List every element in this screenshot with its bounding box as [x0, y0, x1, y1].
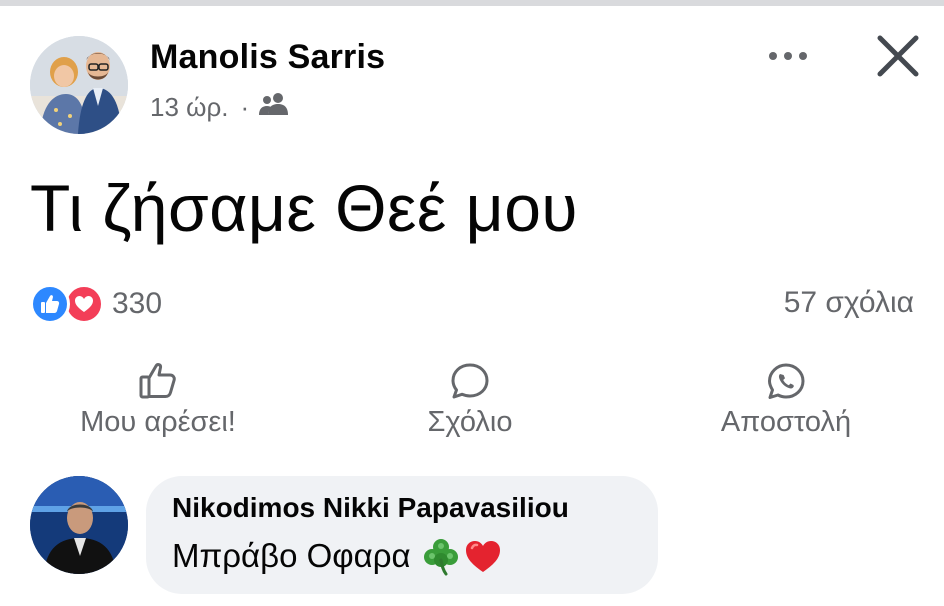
- comment-bubble[interactable]: Nikodimos Nikki Papavasiliou Μπράβο Οφαρ…: [146, 476, 658, 594]
- comment-text-content: Μπράβο Οφαρα: [172, 537, 411, 574]
- close-icon: [877, 35, 919, 77]
- meta-separator: ·: [240, 92, 250, 122]
- comments-count-link[interactable]: 57 σχόλια: [784, 286, 914, 320]
- commenter-avatar[interactable]: [30, 476, 128, 574]
- like-reaction-icon: [30, 284, 70, 324]
- post-meta: 13 ώρ. ·: [150, 92, 289, 123]
- red-heart-emoji: [465, 541, 500, 572]
- comment-author-name[interactable]: Nikodimos Nikki Papavasiliou: [172, 492, 632, 524]
- like-button-label: Μου αρέσει!: [80, 406, 236, 438]
- reactions-summary[interactable]: 330: [30, 284, 162, 324]
- shamrock-emoji: [423, 539, 458, 576]
- comment-bubble-icon: [451, 363, 489, 399]
- friends-icon: [259, 92, 289, 123]
- comment-button[interactable]: Σχόλιο: [410, 362, 530, 439]
- reactions-count: 330: [112, 287, 163, 320]
- more-options-button[interactable]: [760, 36, 816, 76]
- top-divider: [0, 0, 944, 6]
- send-button-label: Αποστολή: [720, 406, 852, 438]
- like-button[interactable]: Μου αρέσει!: [66, 362, 250, 439]
- love-reaction-icon: [64, 284, 104, 324]
- comment-button-label: Σχόλιο: [427, 406, 513, 438]
- more-dot-icon: [769, 52, 777, 60]
- comment-text: Μπράβο Οφαρα: [172, 536, 632, 576]
- author-avatar[interactable]: [30, 36, 128, 134]
- whatsapp-icon: [768, 363, 805, 399]
- thumbs-up-icon: [139, 363, 176, 399]
- send-button[interactable]: Αποστολή: [708, 362, 864, 439]
- post-author-name[interactable]: Manolis Sarris: [150, 38, 385, 77]
- post-timestamp[interactable]: 13 ώρ.: [150, 92, 228, 123]
- close-button[interactable]: [868, 26, 928, 86]
- more-dot-icon: [799, 52, 807, 60]
- post-text: Τι ζήσαμε Θεέ μου: [30, 171, 579, 245]
- more-dot-icon: [784, 52, 792, 60]
- comment-emojis: [421, 536, 503, 576]
